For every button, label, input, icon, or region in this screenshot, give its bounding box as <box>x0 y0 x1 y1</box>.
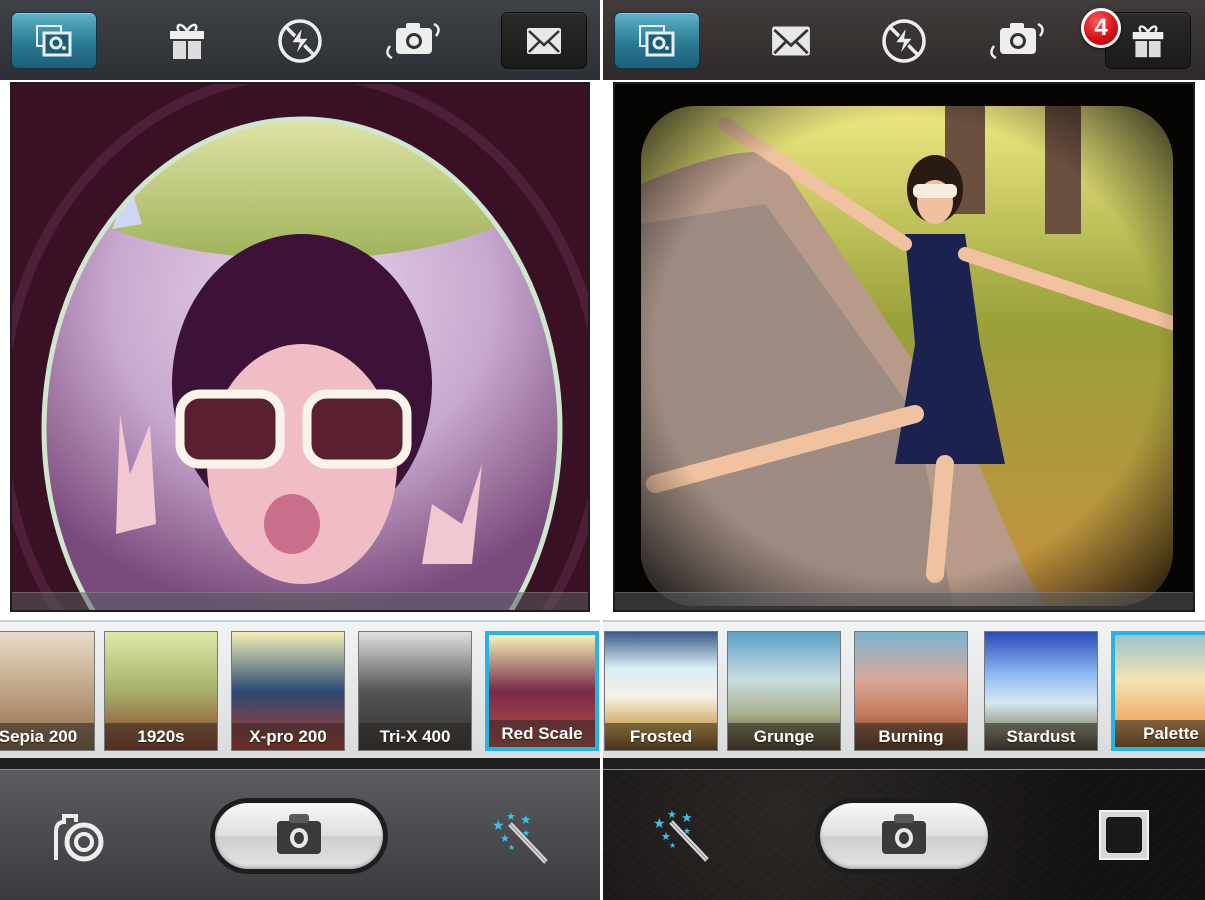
strip-divider <box>603 758 1205 770</box>
filter-burning[interactable]: Burning <box>854 631 968 751</box>
filter-tri-x-400[interactable]: Tri-X 400 <box>358 631 472 751</box>
filter-red-scale[interactable]: Red Scale <box>485 631 599 751</box>
filter-sepia-200[interactable]: Sepia 200 <box>0 631 95 751</box>
filter-label: Grunge <box>728 723 840 750</box>
filter-label: Stardust <box>985 723 1097 750</box>
photo-library-settings-icon <box>34 23 74 59</box>
filter-label: Frosted <box>605 723 717 750</box>
shutter-camera-icon <box>881 813 927 860</box>
left-camera-screen: Sepia 200 1920s X-pro 200 Tri-X 400 Red … <box>0 0 600 900</box>
filter-label: X-pro 200 <box>232 723 344 750</box>
filter-1920s[interactable]: 1920s <box>104 631 218 751</box>
svg-text:★: ★ <box>522 829 530 839</box>
auto-enhance-button[interactable]: ★ ★ ★ ★ ★ ★ <box>488 810 552 870</box>
filter-label: Tri-X 400 <box>359 723 471 750</box>
auto-enhance-button[interactable]: ★ ★ ★ ★ ★ ★ <box>649 808 713 868</box>
border-frame-button[interactable] <box>1097 809 1151 865</box>
svg-text:★: ★ <box>681 811 693 826</box>
top-toolbar <box>0 0 600 80</box>
shutter-button[interactable] <box>210 798 388 874</box>
fisheye-photo <box>12 84 588 610</box>
filter-frosted[interactable]: Frosted <box>604 631 718 751</box>
filter-label: Palette <box>1115 720 1205 747</box>
notification-badge: 4 <box>1081 8 1121 48</box>
mail-icon <box>526 27 562 55</box>
switch-camera-button[interactable] <box>974 12 1060 69</box>
filter-label: Sepia 200 <box>0 723 94 750</box>
gift-icon <box>167 21 207 61</box>
library-settings-button[interactable] <box>11 12 97 69</box>
svg-text:★: ★ <box>669 841 676 850</box>
filter-grunge[interactable]: Grunge <box>727 631 841 751</box>
camera-lens-options-icon <box>48 808 108 869</box>
filter-strip[interactable]: Frosted Grunge Burning Stardust Palette <box>603 620 1205 758</box>
svg-text:★: ★ <box>667 808 677 821</box>
library-settings-button[interactable] <box>614 12 700 69</box>
photo-library-settings-icon <box>637 23 677 59</box>
gift-button[interactable] <box>144 12 230 69</box>
flash-off-icon <box>277 18 323 64</box>
filter-strip[interactable]: Sepia 200 1920s X-pro 200 Tri-X 400 Red … <box>0 620 600 758</box>
filter-label: 1920s <box>105 723 217 750</box>
ttv-photo <box>641 106 1173 606</box>
switch-camera-icon <box>382 18 444 64</box>
lens-options-button[interactable] <box>46 808 110 868</box>
shutter-camera-icon <box>276 813 322 860</box>
flash-toggle-button[interactable] <box>861 12 947 69</box>
flash-off-icon <box>881 18 927 64</box>
square-frame-icon <box>1099 809 1149 865</box>
filter-x-pro-200[interactable]: X-pro 200 <box>231 631 345 751</box>
mail-button[interactable] <box>501 12 587 69</box>
magic-wand-icon: ★ ★ ★ ★ ★ ★ <box>490 810 550 871</box>
filter-palette[interactable]: Palette <box>1111 631 1205 751</box>
bottom-bar: ★ ★ ★ ★ ★ ★ <box>603 770 1205 900</box>
svg-text:★: ★ <box>508 843 515 852</box>
switch-camera-button[interactable] <box>370 12 456 69</box>
shutter-button[interactable] <box>815 798 993 874</box>
filter-label: Burning <box>855 723 967 750</box>
gift-icon <box>1130 23 1166 59</box>
right-camera-screen: 4 Frosted Grunge Burning Stardust Palett… <box>603 0 1205 900</box>
switch-camera-icon <box>986 18 1048 64</box>
strip-divider <box>0 758 600 770</box>
mail-icon <box>771 25 811 57</box>
flash-toggle-button[interactable] <box>257 12 343 69</box>
bottom-bar: ★ ★ ★ ★ ★ ★ <box>0 770 600 900</box>
svg-text:★: ★ <box>506 810 516 823</box>
svg-text:★: ★ <box>683 827 691 837</box>
top-toolbar: 4 <box>603 0 1205 80</box>
photo-viewport[interactable] <box>10 82 590 612</box>
viewport-bottom-shade <box>615 592 1193 610</box>
filter-stardust[interactable]: Stardust <box>984 631 1098 751</box>
photo-viewport[interactable] <box>613 82 1195 612</box>
viewport-bottom-shade <box>12 592 588 610</box>
filter-label: Red Scale <box>489 720 595 747</box>
magic-wand-icon: ★ ★ ★ ★ ★ ★ <box>651 808 711 869</box>
svg-text:★: ★ <box>520 813 532 828</box>
mail-button[interactable] <box>748 12 834 69</box>
